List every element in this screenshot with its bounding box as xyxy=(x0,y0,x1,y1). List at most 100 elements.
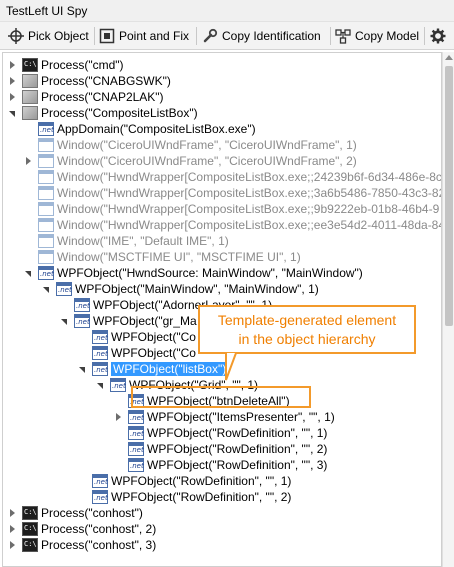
settings-button[interactable] xyxy=(430,25,450,47)
point-fix-icon xyxy=(99,28,115,44)
tree-node-label: Window("HwndWrapper[CompositeListBox.exe… xyxy=(57,170,442,184)
tree-node-label: Process("conhost") xyxy=(41,506,143,520)
tree-node[interactable]: WPFObject("RowDefinition", "", 2) xyxy=(77,489,291,505)
console-icon xyxy=(22,58,38,72)
tree-node-selected[interactable]: WPFObject("listBox") xyxy=(77,361,229,377)
process-icon xyxy=(22,74,38,88)
dotnet-icon xyxy=(92,330,108,344)
window-icon xyxy=(38,218,54,232)
pick-object-button[interactable]: Pick Object xyxy=(8,25,89,47)
tree-node[interactable]: WPFObject("gr_Ma xyxy=(59,313,197,329)
tree-node[interactable]: Window("CiceroUIWndFrame", "CiceroUIWndF… xyxy=(23,153,357,169)
tree-node-label: Process("cmd") xyxy=(41,58,124,72)
tree-node[interactable]: Window("IME", "Default IME", 1) xyxy=(23,233,229,249)
point-and-fix-button[interactable]: Point and Fix xyxy=(99,25,189,47)
tree-node[interactable]: WPFObject("RowDefinition", "", 2) xyxy=(113,441,327,457)
dotnet-icon xyxy=(128,442,144,456)
toolbar-separator xyxy=(330,27,331,45)
collapse-arrow-icon[interactable] xyxy=(59,313,71,329)
tree-node-label: Window("HwndWrapper[CompositeListBox.exe… xyxy=(57,186,442,200)
tree-node[interactable]: WPFObject("RowDefinition", "", 1) xyxy=(113,425,327,441)
tree-node[interactable]: Process("conhost") xyxy=(7,505,143,521)
copy-model-label: Copy Model xyxy=(355,29,420,43)
tree-node[interactable]: WPFObject("Co xyxy=(77,345,196,361)
tree-node[interactable]: Window("CiceroUIWndFrame", "CiceroUIWndF… xyxy=(23,137,357,153)
expand-arrow-icon[interactable] xyxy=(113,409,125,425)
expand-arrow-icon[interactable] xyxy=(7,89,19,105)
expand-arrow-icon[interactable] xyxy=(7,505,19,521)
vertical-scrollbar[interactable] xyxy=(442,52,454,567)
toolbar-separator xyxy=(196,27,197,45)
tree-node[interactable]: AppDomain("CompositeListBox.exe") xyxy=(23,121,256,137)
expand-arrow-icon[interactable] xyxy=(23,153,35,169)
tree-node[interactable]: Window("MSCTFIME UI", "MSCTFIME UI", 1) xyxy=(23,249,301,265)
tree-node-label: Process("conhost", 2) xyxy=(41,522,157,536)
dotnet-icon xyxy=(92,346,108,360)
collapse-arrow-icon[interactable] xyxy=(7,105,19,121)
console-icon xyxy=(22,522,38,536)
collapse-arrow-icon[interactable] xyxy=(23,265,35,281)
scrollbar-thumb[interactable] xyxy=(445,66,453,326)
window-icon xyxy=(38,234,54,248)
copy-identification-label: Copy Identification xyxy=(222,29,321,43)
tree-node[interactable]: Process("CNABGSWK") xyxy=(7,73,171,89)
tree-node[interactable]: WPFObject("RowDefinition", "", 3) xyxy=(113,457,327,473)
tree-node[interactable]: WPFObject("MainWindow", "MainWindow", 1) xyxy=(41,281,319,297)
dotnet-icon xyxy=(110,378,126,392)
tree-node[interactable]: Process("CompositeListBox") xyxy=(7,105,198,121)
collapse-arrow-icon[interactable] xyxy=(77,361,89,377)
tree-node-label: WPFObject("Co xyxy=(111,330,196,344)
window-icon xyxy=(38,154,54,168)
dotnet-icon xyxy=(38,122,54,136)
tree-node[interactable]: Process("conhost", 2) xyxy=(7,521,156,537)
tree-node-label: WPFObject("MainWindow", "MainWindow", 1) xyxy=(75,282,319,296)
tree-node-label: Window("IME", "Default IME", 1) xyxy=(57,234,229,248)
window-icon xyxy=(38,250,54,264)
process-icon xyxy=(22,106,38,120)
tree-node-label: WPFObject("RowDefinition", "", 2) xyxy=(111,490,292,504)
point-and-fix-label: Point and Fix xyxy=(119,29,190,43)
collapse-arrow-icon[interactable] xyxy=(41,281,53,297)
tree-node[interactable]: Window("HwndWrapper[CompositeListBox.exe… xyxy=(23,185,442,201)
wrench-icon xyxy=(203,28,218,43)
expand-arrow-icon[interactable] xyxy=(7,57,19,73)
tree-node-label: WPFObject("HwndSource: MainWindow", "Mai… xyxy=(57,266,363,280)
tree-node[interactable]: Window("HwndWrapper[CompositeListBox.exe… xyxy=(23,217,442,233)
tree-node[interactable]: Process("cmd") xyxy=(7,57,124,73)
tree-node-label: Window("CiceroUIWndFrame", "CiceroUIWndF… xyxy=(57,154,357,168)
tree-node[interactable]: Process("conhost", 3) xyxy=(7,537,156,553)
tree-node[interactable]: WPFObject("Co xyxy=(77,329,196,345)
collapse-arrow-icon[interactable] xyxy=(95,377,107,393)
expand-arrow-icon[interactable] xyxy=(7,537,19,553)
tree-node[interactable]: WPFObject("HwndSource: MainWindow", "Mai… xyxy=(23,265,363,281)
console-icon xyxy=(22,506,38,520)
tree-node[interactable]: WPFObject("RowDefinition", "", 1) xyxy=(77,473,291,489)
toolbar-separator xyxy=(424,27,425,45)
window-icon xyxy=(38,186,54,200)
tree-node[interactable]: Window("HwndWrapper[CompositeListBox.exe… xyxy=(23,169,442,185)
callout-line-2: in the object hierarchy xyxy=(238,331,376,347)
tree-node-label: Window("HwndWrapper[CompositeListBox.exe… xyxy=(57,218,442,232)
pick-object-label: Pick Object xyxy=(28,29,89,43)
tree-node[interactable]: Process("CNAP2LAK") xyxy=(7,89,164,105)
model-icon xyxy=(335,29,351,44)
scroll-up-icon[interactable] xyxy=(445,55,453,60)
expand-arrow-icon[interactable] xyxy=(7,521,19,537)
copy-model-button[interactable]: Copy Model xyxy=(335,25,419,47)
tree-node[interactable]: WPFObject("ItemsPresenter", "", 1) xyxy=(113,409,335,425)
toolbar-separator xyxy=(94,27,95,45)
copy-identification-button[interactable]: Copy Identification xyxy=(202,25,321,47)
dotnet-icon xyxy=(92,362,108,376)
expand-arrow-icon[interactable] xyxy=(7,73,19,89)
tree-node[interactable]: Window("HwndWrapper[CompositeListBox.exe… xyxy=(23,201,439,217)
tree-node-label: Process("CNAP2LAK") xyxy=(41,90,164,104)
